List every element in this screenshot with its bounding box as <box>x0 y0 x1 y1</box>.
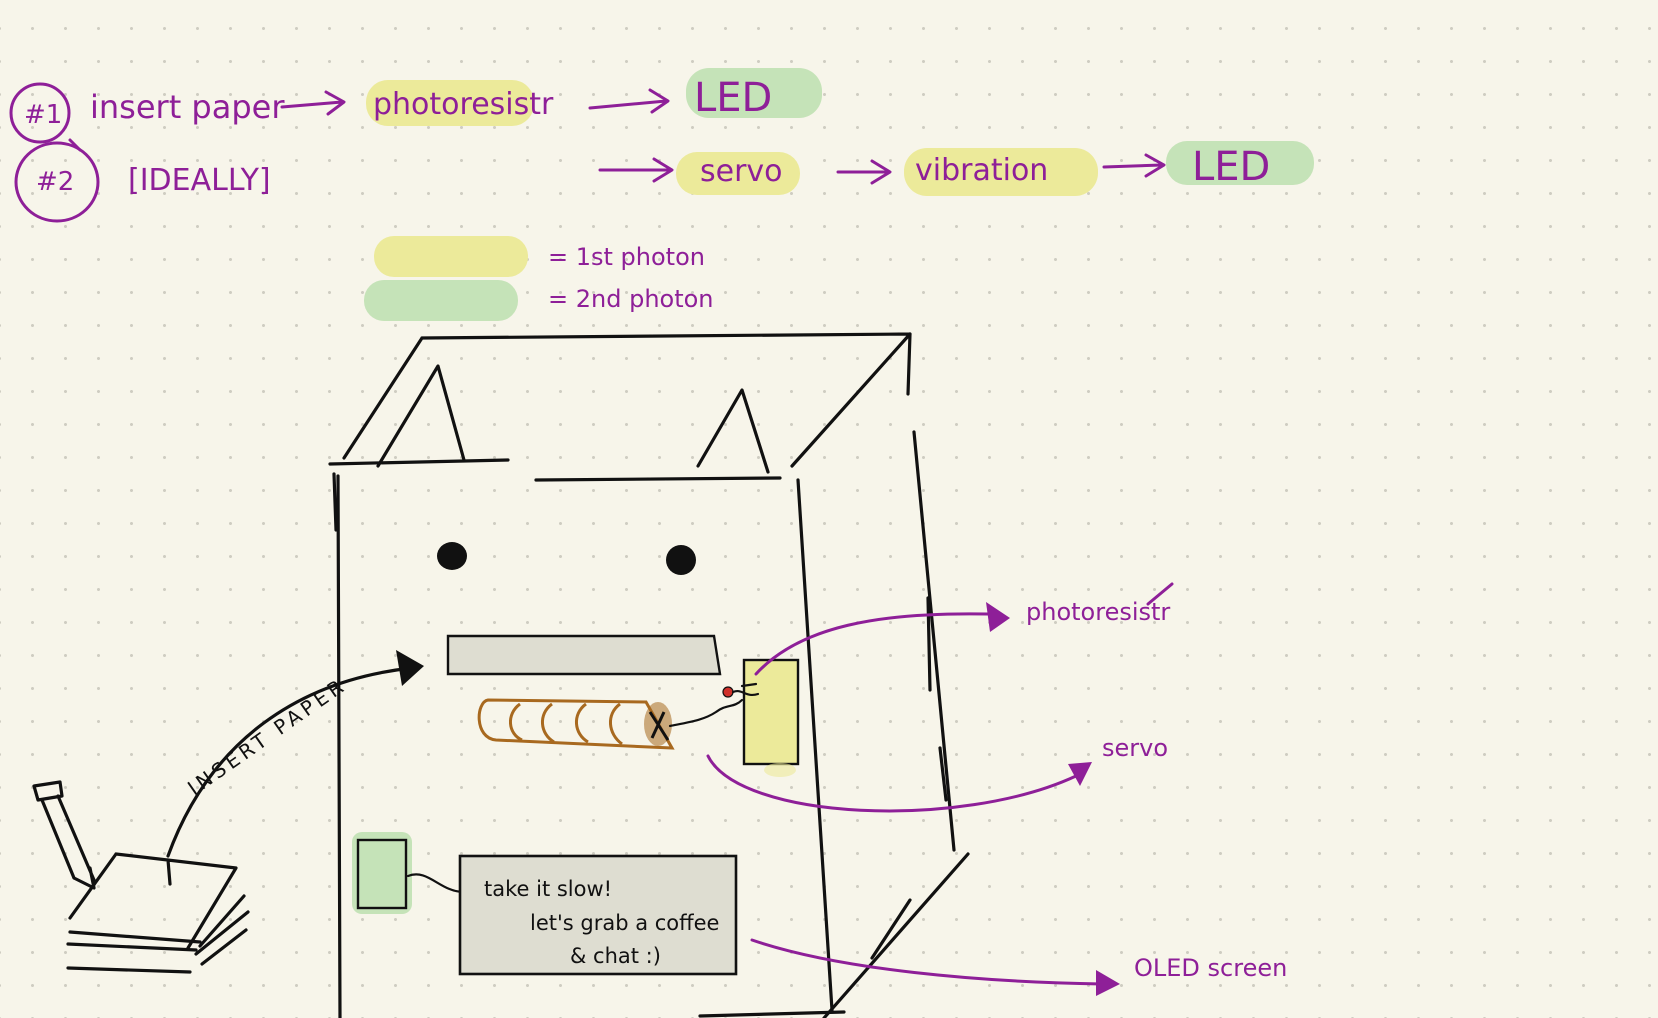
device-box: take it slow! let's grab a coffee & chat… <box>328 332 970 1018</box>
insert-arrowhead <box>396 650 424 686</box>
screen-line-2: let's grab a coffee <box>530 911 719 935</box>
flow-step-1: #1 insert paper photoresistr LED <box>9 68 822 144</box>
eye-left <box>437 542 467 570</box>
eye-right <box>666 545 696 575</box>
step2-action: [IDEALLY] <box>128 163 271 198</box>
insert-paper-arrow <box>166 666 414 858</box>
paper-slot <box>446 634 722 676</box>
legend-first: = 1st photon <box>548 243 705 271</box>
module-wire <box>406 873 466 894</box>
box-top <box>342 332 912 468</box>
node-led-1: LED <box>694 75 772 121</box>
arrow-2b <box>836 159 892 185</box>
photoresistor-board <box>742 658 800 766</box>
step2-badge: #2 <box>36 167 74 197</box>
screen-line-3: & chat :) <box>570 944 661 968</box>
box-bottom <box>698 1010 846 1018</box>
callout-oled-label: OLED screen <box>1134 954 1287 982</box>
node-photoresistor: photoresistr <box>373 87 554 122</box>
green-module <box>356 838 408 910</box>
node-vibration: vibration <box>915 153 1048 188</box>
callout-oled: OLED screen <box>750 938 1287 996</box>
box-front-left <box>332 472 342 1018</box>
callout-servo-label: servo <box>1102 734 1168 762</box>
paper-stack <box>66 852 250 974</box>
ear-left <box>376 364 466 468</box>
pen-icon <box>32 780 96 890</box>
servo-motor-icon <box>477 698 744 750</box>
box-side-bottom <box>822 852 970 1018</box>
legend-swatch-first <box>374 236 528 277</box>
arrow-1a <box>280 90 346 116</box>
board-shadow <box>764 763 796 777</box>
box-front-right <box>796 478 834 1012</box>
led-red-icon <box>722 686 734 698</box>
arrow-2c <box>1102 153 1166 178</box>
insert-paper-label: INSERT PAPER <box>183 672 351 800</box>
step1-action: insert paper <box>90 88 285 126</box>
node-servo: servo <box>700 154 783 189</box>
arrow-1b <box>588 88 670 114</box>
legend: = 1st photon = 2nd photon <box>364 236 714 321</box>
flow-step-2: #2 [IDEALLY] servo vibration LED <box>14 138 1314 223</box>
step1-badge: #1 <box>24 100 62 130</box>
box-front-top <box>328 458 782 482</box>
ear-right <box>696 388 770 474</box>
screen-line-1: take it slow! <box>484 877 612 901</box>
legend-second: = 2nd photon <box>548 285 714 313</box>
callout-photoresistor: photoresistr <box>754 582 1174 676</box>
sketch-canvas: #1 insert paper photoresistr LED #2 [IDE… <box>9 68 1314 1018</box>
legend-swatch-second <box>364 280 518 321</box>
node-led-2: LED <box>1192 144 1270 190</box>
arrow-2a <box>598 157 674 183</box>
box-side-back <box>912 430 956 852</box>
